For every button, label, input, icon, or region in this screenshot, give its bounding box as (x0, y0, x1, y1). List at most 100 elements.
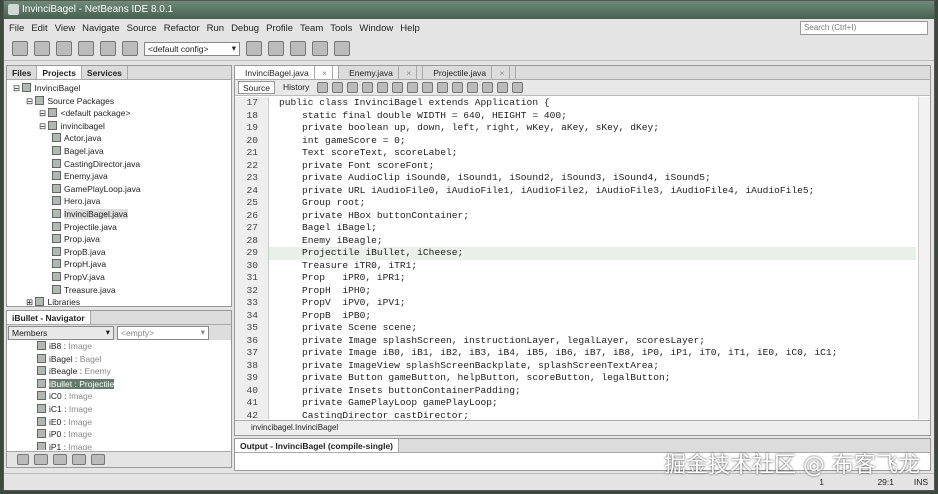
tree-item[interactable]: Enemy.java (7, 170, 231, 183)
navigator-item[interactable]: iBagel : Bagel (37, 353, 231, 366)
close-tab-icon[interactable]: × (398, 66, 418, 80)
navigator-tab[interactable]: iBullet - Navigator (7, 311, 91, 324)
static-filter-icon[interactable] (53, 454, 67, 465)
code-line[interactable]: 38 private ImageView splashScreenBackpla… (235, 359, 916, 372)
tree-item[interactable]: ⊟ invincibagel (7, 120, 231, 133)
clean-build-icon[interactable] (268, 41, 284, 56)
non-public-icon[interactable] (72, 454, 86, 465)
tree-item[interactable]: Projectile.java (7, 221, 231, 234)
expand-toggle-icon[interactable]: ⊟ (39, 108, 48, 118)
editor-tool-icon[interactable] (362, 82, 374, 93)
code-line[interactable]: 39 private Button gameButton, helpButton… (235, 372, 916, 385)
sort-icon[interactable] (91, 454, 105, 465)
tree-item[interactable]: ⊟ <default package> (7, 107, 231, 120)
code-line[interactable]: 22 private Font scoreFont; (235, 159, 916, 172)
new-file-icon[interactable] (12, 41, 28, 56)
mode-source[interactable]: Source (238, 81, 275, 94)
code-line[interactable]: 29 Projectile iBullet, iCheese; (235, 247, 916, 260)
code-line[interactable]: 40 private Insets buttonContainerPadding… (235, 384, 916, 397)
fields-filter-icon[interactable] (34, 454, 48, 465)
code-line[interactable]: 42 CastingDirector castDirector; (235, 409, 916, 419)
expand-toggle-icon[interactable]: ⊟ (26, 96, 35, 106)
profile-icon[interactable] (334, 41, 350, 56)
menu-window[interactable]: Window (359, 23, 393, 34)
menu-tools[interactable]: Tools (330, 23, 352, 34)
navigator-item[interactable]: iB8 : Image (37, 340, 231, 353)
code-line[interactable]: 17 public class InvinciBagel extends Appl… (235, 97, 916, 110)
editor-scrollbar[interactable] (918, 97, 930, 419)
tree-item[interactable]: Treasure.java (7, 284, 231, 297)
menu-team[interactable]: Team (300, 23, 323, 34)
navigator-item[interactable]: iC0 : Image (37, 390, 231, 403)
tree-item[interactable]: Hero.java (7, 195, 231, 208)
editor-tool-icon[interactable] (497, 82, 509, 93)
tab-projects[interactable]: Projects (37, 66, 82, 79)
editor-tab[interactable]: Projectile.java × (423, 66, 517, 80)
navigator-item[interactable]: iP1 : Image (37, 441, 231, 450)
menu-file[interactable]: File (9, 23, 24, 34)
save-all-icon[interactable] (78, 41, 94, 56)
code-line[interactable]: 21 Text scoreText, scoreLabel; (235, 147, 916, 160)
close-tab-icon[interactable]: × (314, 66, 334, 80)
code-line[interactable]: 23 private AudioClip iSound0, iSound1, i… (235, 172, 916, 185)
editor-tool-icon[interactable] (317, 82, 329, 93)
code-line[interactable]: 25 Group root; (235, 197, 916, 210)
menu-view[interactable]: View (55, 23, 75, 34)
close-tab-icon[interactable]: × (492, 66, 511, 80)
editor-tool-icon[interactable] (482, 82, 494, 93)
code-line[interactable]: 20 int gameScore = 0; (235, 134, 916, 147)
members-filter-select[interactable]: Members (8, 326, 114, 340)
tree-item[interactable]: ⊞ Libraries (7, 296, 231, 309)
editor-tab[interactable]: Enemy.java × (339, 66, 424, 80)
code-line[interactable]: 31 Prop iPR0, iPR1; (235, 272, 916, 285)
tree-item[interactable]: Actor.java (7, 132, 231, 145)
tree-item[interactable]: ⊟ InvinciBagel (7, 82, 231, 95)
editor-tool-icon[interactable] (422, 82, 434, 93)
tree-item[interactable]: ⊟ Source Packages (7, 95, 231, 108)
new-project-icon[interactable] (34, 41, 50, 56)
code-line[interactable]: 27 Bagel iBagel; (235, 222, 916, 235)
navigator-item[interactable]: iC1 : Image (37, 403, 231, 416)
editor-tool-icon[interactable] (437, 82, 449, 93)
editor-tool-icon[interactable] (392, 82, 404, 93)
navigator-item[interactable]: iBullet : Projectile (37, 378, 231, 391)
code-line[interactable]: 24 private URL iAudioFile0, iAudioFile1,… (235, 184, 916, 197)
navigator-item[interactable]: iBeagle : Enemy (37, 365, 231, 378)
code-line[interactable]: 37 private Image iB0, iB1, iB2, iB3, iB4… (235, 347, 916, 360)
open-project-icon[interactable] (56, 41, 72, 56)
empty-select[interactable]: <empty> (117, 326, 209, 340)
editor-tool-icon[interactable] (467, 82, 479, 93)
redo-icon[interactable] (122, 41, 138, 56)
tree-item[interactable]: InvinciBagel.java (7, 208, 231, 221)
code-line[interactable]: 41 private GamePlayLoop gamePlayLoop; (235, 397, 916, 410)
tree-item[interactable]: PropV.java (7, 271, 231, 284)
expand-toggle-icon[interactable]: ⊟ (39, 121, 48, 131)
menu-run[interactable]: Run (207, 23, 224, 34)
editor-tool-icon[interactable] (347, 82, 359, 93)
navigator-item[interactable]: iP0 : Image (37, 428, 231, 441)
build-icon[interactable] (246, 41, 262, 56)
code-line[interactable]: 36 private Image splashScreen, instructi… (235, 334, 916, 347)
tree-item[interactable]: GamePlayLoop.java (7, 183, 231, 196)
code-line[interactable]: 35 private Scene scene; (235, 322, 916, 335)
expand-toggle-icon[interactable]: ⊟ (13, 83, 22, 93)
editor-tool-icon[interactable] (512, 82, 524, 93)
tab-files[interactable]: Files (7, 66, 38, 79)
mode-history[interactable]: History (279, 81, 313, 94)
menu-edit[interactable]: Edit (31, 23, 47, 34)
tree-item[interactable]: PropB.java (7, 246, 231, 259)
code-line[interactable]: 28 Enemy iBeagle; (235, 234, 916, 247)
menu-navigate[interactable]: Navigate (82, 23, 120, 34)
navigator-item[interactable]: iE0 : Image (37, 416, 231, 429)
editor-tool-icon[interactable] (377, 82, 389, 93)
code-line[interactable]: 18 static final double WIDTH = 640, HEIG… (235, 109, 916, 122)
menu-refactor[interactable]: Refactor (164, 23, 200, 34)
run-icon[interactable] (290, 41, 306, 56)
code-line[interactable]: 34 PropB iPB0; (235, 309, 916, 322)
expand-toggle-icon[interactable]: ⊞ (26, 297, 35, 307)
code-line[interactable]: 30 Treasure iTR0, iTR1; (235, 259, 916, 272)
undo-icon[interactable] (100, 41, 116, 56)
tree-item[interactable]: PropH.java (7, 258, 231, 271)
code-line[interactable]: 33 PropV iPV0, iPV1; (235, 297, 916, 310)
inherited-icon[interactable] (17, 454, 29, 465)
